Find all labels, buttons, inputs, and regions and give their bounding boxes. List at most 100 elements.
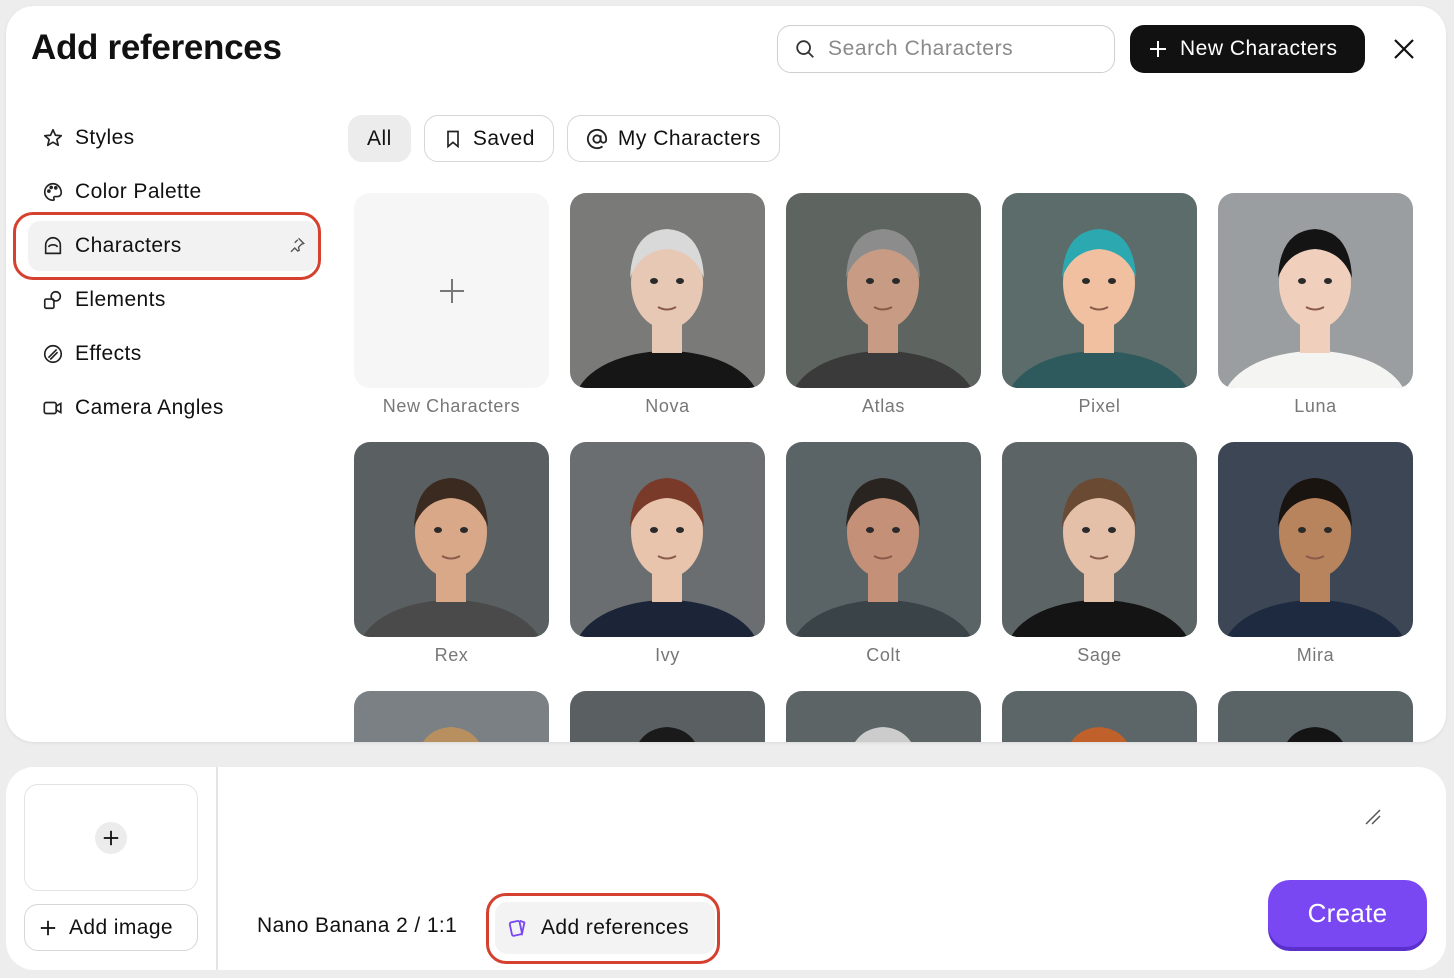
sidebar-item-label: Camera Angles <box>75 396 224 419</box>
portrait-image <box>794 478 972 637</box>
portrait-image <box>578 229 756 388</box>
character-portrait <box>1218 442 1413 637</box>
character-icon <box>42 235 64 257</box>
sidebar-item-effects[interactable]: Effects <box>28 329 318 379</box>
sidebar-item-characters[interactable]: Characters <box>28 221 318 271</box>
character-portrait <box>1218 193 1413 388</box>
character-name: New Characters <box>382 396 521 416</box>
character-card[interactable] <box>1002 691 1197 742</box>
character-card[interactable]: Colt <box>786 442 981 666</box>
composer-divider <box>216 767 218 970</box>
filter-label: Saved <box>472 126 535 150</box>
character-card[interactable]: Nova <box>570 193 765 417</box>
plus-icon <box>439 278 464 303</box>
image-upload-slot[interactable] <box>24 784 198 891</box>
sidebar-item-label: Elements <box>75 288 166 311</box>
character-portrait <box>786 691 981 742</box>
portrait-image <box>1010 478 1188 637</box>
sidebar-item-color-palette[interactable]: Color Palette <box>28 167 318 217</box>
portrait-image <box>1287 727 1343 742</box>
plus-icon <box>1150 41 1166 57</box>
character-card[interactable]: Mira <box>1218 442 1413 666</box>
character-card[interactable]: Atlas <box>786 193 981 417</box>
portrait-image <box>1010 229 1188 388</box>
character-portrait <box>570 442 765 637</box>
character-name: Pixel <box>1078 396 1121 416</box>
sidebar-item-label: Styles <box>75 126 135 149</box>
character-card[interactable]: Luna <box>1218 193 1413 417</box>
character-portrait <box>786 193 981 388</box>
sidebar-item-elements[interactable]: Elements <box>28 275 318 325</box>
references-icon <box>508 919 526 937</box>
character-card[interactable]: Ivy <box>570 442 765 666</box>
add-references-label: Add references <box>541 916 690 939</box>
add-image-button[interactable]: Add image <box>24 904 198 951</box>
portrait-image <box>362 478 540 637</box>
filter-chips: All Saved My Characters <box>348 115 780 162</box>
character-portrait <box>354 442 549 637</box>
composer-panel: Add image Nano Banana 2 / 1:1 Add refere… <box>6 767 1446 970</box>
add-references-modal: Add references Search Characters New Cha… <box>6 6 1446 742</box>
filter-all[interactable]: All <box>348 115 411 162</box>
character-portrait <box>570 691 765 742</box>
character-card[interactable]: Rex <box>354 442 549 666</box>
new-character-card[interactable]: New Characters <box>354 193 549 417</box>
plus-icon <box>95 821 127 854</box>
character-name: Mira <box>1296 645 1335 665</box>
new-characters-button[interactable]: New Characters <box>1130 25 1365 73</box>
modal-title: Add references <box>31 28 282 67</box>
character-name: Ivy <box>655 645 680 665</box>
add-character-tile <box>354 193 549 388</box>
portrait-image <box>578 478 756 637</box>
search-placeholder: Search Characters <box>828 37 1014 60</box>
search-icon <box>796 40 814 58</box>
pin-icon[interactable] <box>288 236 306 254</box>
model-selector[interactable]: Nano Banana 2 / 1:1 <box>257 914 457 938</box>
add-image-label: Add image <box>69 915 173 939</box>
character-card[interactable] <box>354 691 549 742</box>
character-portrait <box>786 442 981 637</box>
filter-label: My Characters <box>617 126 761 150</box>
character-portrait <box>1218 691 1413 742</box>
portrait-image <box>855 727 911 742</box>
character-portrait <box>1002 442 1197 637</box>
character-card[interactable]: Sage <box>1002 442 1197 666</box>
portrait-image <box>1226 229 1404 388</box>
portrait-image <box>1226 478 1404 637</box>
star-icon <box>42 127 64 149</box>
filter-my-characters[interactable]: My Characters <box>566 115 780 162</box>
new-characters-label: New Characters <box>1180 37 1338 60</box>
sidebar-item-label: Characters <box>75 234 182 257</box>
portrait-image <box>794 229 972 388</box>
effects-icon <box>42 343 64 365</box>
character-card[interactable]: Pixel <box>1002 193 1197 417</box>
palette-icon <box>42 181 64 203</box>
sidebar-item-label: Color Palette <box>75 180 202 203</box>
search-input[interactable]: Search Characters <box>777 25 1115 73</box>
bookmark-icon <box>447 130 459 148</box>
filter-saved[interactable]: Saved <box>423 115 554 162</box>
portrait-image <box>423 727 479 742</box>
sidebar-item-label: Effects <box>75 342 142 365</box>
resize-handle-icon[interactable] <box>1364 808 1382 826</box>
sidebar-item-styles[interactable]: Styles <box>28 113 318 163</box>
character-name: Luna <box>1294 396 1337 416</box>
character-name: Colt <box>866 645 901 665</box>
at-icon <box>586 128 607 149</box>
create-button[interactable]: Create <box>1268 880 1427 947</box>
camera-icon <box>42 397 64 419</box>
character-portrait <box>354 691 549 742</box>
character-portrait <box>1002 193 1197 388</box>
character-card[interactable] <box>1218 691 1413 742</box>
character-name: Rex <box>434 645 469 665</box>
close-icon[interactable] <box>1392 37 1416 61</box>
character-card[interactable] <box>570 691 765 742</box>
portrait-image <box>1071 727 1127 742</box>
add-references-button[interactable]: Add references <box>495 902 715 954</box>
sidebar-item-camera-angles[interactable]: Camera Angles <box>28 383 318 433</box>
character-name: Nova <box>645 396 690 416</box>
character-portrait <box>570 193 765 388</box>
character-card[interactable] <box>786 691 981 742</box>
character-name: Sage <box>1077 645 1122 665</box>
shapes-icon <box>42 289 64 311</box>
